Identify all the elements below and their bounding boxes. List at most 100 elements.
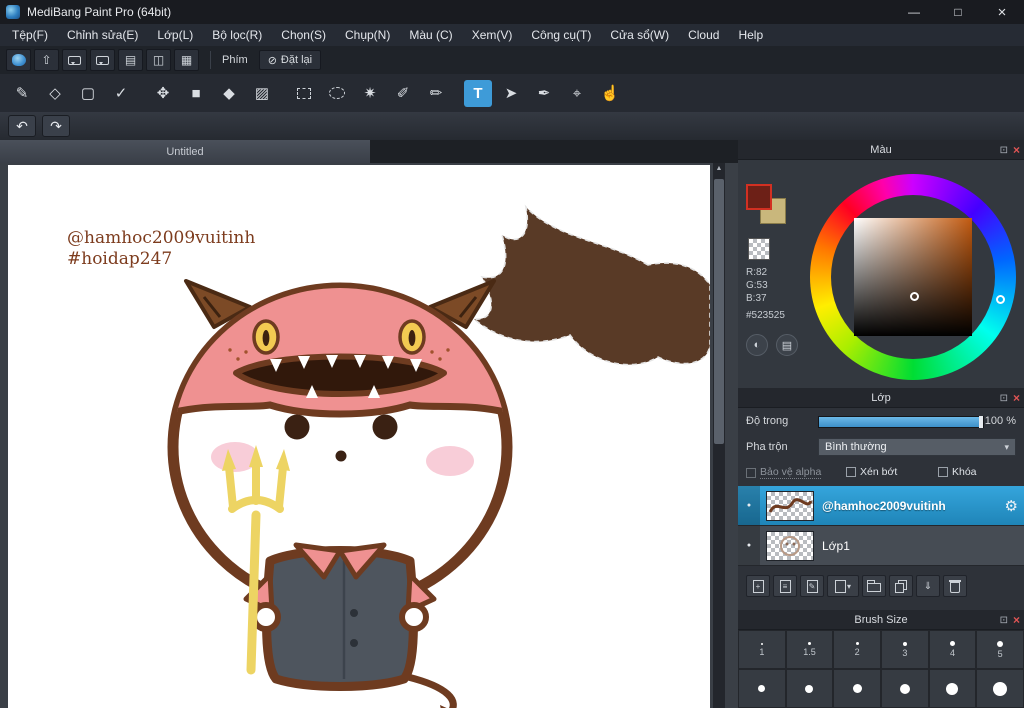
brush-size-cell[interactable] (738, 669, 786, 708)
menu-item-tools[interactable]: Công cụ(T) (531, 28, 591, 42)
popout-icon[interactable]: ⊡ (1000, 145, 1008, 156)
brush-size-cell[interactable]: 5 (976, 630, 1024, 669)
opacity-value: 100 % (984, 415, 1016, 427)
layer-visibility-toggle[interactable]: ● (738, 526, 760, 565)
chat-button[interactable] (90, 49, 115, 71)
undo-button[interactable]: ↶ (8, 115, 36, 137)
polyline-tool-icon[interactable]: ✓ (107, 80, 135, 107)
brush-size-cell[interactable] (785, 669, 834, 708)
canvas[interactable]: @hamhoc2009vuitinh #hoidap247 (8, 165, 710, 708)
fill-rect-tool-icon[interactable]: ■ (182, 80, 210, 107)
merge-layer-button[interactable]: ⇓ (916, 575, 940, 597)
popout-icon[interactable]: ⊡ (1000, 393, 1008, 404)
new-8bit-layer-button[interactable]: ≡ (773, 575, 797, 597)
brush-size-cell[interactable] (928, 669, 977, 708)
menu-item-edit[interactable]: Chỉnh sửa(E) (67, 28, 138, 42)
scrollbar-thumb[interactable] (714, 179, 724, 444)
menu-item-select[interactable]: Chọn(S) (281, 28, 326, 42)
new-stencil-layer-button[interactable]: ✎ (800, 575, 824, 597)
protect-alpha-checkbox[interactable]: Bảo vệ alpha (746, 466, 822, 479)
paint-button[interactable] (6, 49, 31, 71)
palette-button[interactable]: ◐ (746, 334, 768, 356)
menu-bar: Tệp(F) Chỉnh sửa(E) Lớp(L) Bộ lọc(R) Chọ… (0, 24, 1024, 46)
panel-close-icon[interactable]: × (1013, 391, 1020, 405)
menu-item-file[interactable]: Tệp(F) (12, 28, 48, 42)
menu-item-help[interactable]: Help (738, 28, 763, 42)
redo-button[interactable]: ↷ (42, 115, 70, 137)
brush-tool-icon[interactable]: ✎ (8, 80, 36, 107)
layer-thumbnail[interactable] (766, 531, 814, 561)
select-pen-tool-icon[interactable]: ✐ (389, 80, 417, 107)
opacity-slider[interactable] (818, 416, 984, 428)
layer-row[interactable]: ● Lớp1 (738, 526, 1024, 566)
eyedropper-tool-icon[interactable]: ⌖ (563, 80, 591, 107)
document-button[interactable]: ▤ (118, 49, 143, 71)
bucket-tool-icon[interactable]: ◆ (215, 80, 243, 107)
clipping-checkbox[interactable]: Xén bớt (846, 466, 897, 478)
menu-item-cloud[interactable]: Cloud (688, 28, 719, 42)
foreground-color-swatch[interactable] (746, 184, 772, 210)
new-folder-button[interactable] (862, 575, 886, 597)
brush-size-cell[interactable]: 2 (833, 630, 881, 669)
tab-untitled[interactable]: Untitled (0, 140, 370, 163)
add-layer-dropdown-button[interactable]: ▾ (827, 575, 859, 597)
brush-size-cell[interactable]: 1.5 (785, 630, 834, 669)
saturation-value-square[interactable] (854, 218, 972, 336)
layer-row-active[interactable]: ● @hamhoc2009vuitinh ⚙ (738, 486, 1024, 526)
grid-button[interactable]: ▦ (174, 49, 199, 71)
lasso-tool-icon[interactable] (323, 80, 351, 107)
magic-wand-tool-icon[interactable]: ✷ (356, 80, 384, 107)
red-value: R:82 (746, 267, 768, 278)
text-tool-icon[interactable]: T (464, 79, 492, 107)
brush-size-cell[interactable] (976, 669, 1024, 708)
brush-size-cell[interactable]: 3 (881, 630, 929, 669)
minimize-button[interactable]: — (892, 0, 936, 24)
panels-icon: ◫ (152, 53, 165, 67)
pen-tool-icon[interactable]: ✒ (530, 80, 558, 107)
brush-size-cell[interactable]: 1 (738, 630, 786, 669)
brush-size-cell[interactable] (881, 669, 929, 708)
blend-mode-select[interactable]: Bình thường ▾ (818, 438, 1016, 456)
canvas-vertical-scrollbar[interactable]: ▲ (713, 163, 725, 708)
select-tool-icon[interactable] (290, 80, 318, 107)
menu-item-filter[interactable]: Bộ lọc(R) (212, 28, 262, 42)
shape-tool-icon[interactable]: ▢ (74, 80, 102, 107)
panel-close-icon[interactable]: × (1013, 613, 1020, 627)
hue-marker[interactable] (996, 295, 1005, 304)
select-eraser-tool-icon[interactable]: ✏ (422, 80, 450, 107)
popout-icon[interactable]: ⊡ (1000, 615, 1008, 626)
comment-button[interactable] (62, 49, 87, 71)
reset-button[interactable]: ⊘ Đặt lại (258, 50, 322, 70)
color-wheel[interactable] (810, 174, 1016, 380)
layer-visibility-toggle[interactable]: ● (738, 486, 760, 525)
operation-tool-icon[interactable]: ➤ (497, 80, 525, 107)
new-layer-button[interactable]: + (746, 575, 770, 597)
panel-close-icon[interactable]: × (1013, 143, 1020, 157)
close-button[interactable]: × (980, 0, 1024, 24)
layer-settings-button[interactable]: ⚙ (1005, 497, 1018, 515)
lock-checkbox[interactable]: Khóa (938, 466, 977, 478)
opacity-slider-handle[interactable] (979, 416, 983, 428)
maximize-button[interactable]: □ (936, 0, 980, 24)
sv-marker[interactable] (910, 292, 919, 301)
menu-item-view[interactable]: Xem(V) (472, 28, 513, 42)
delete-layer-button[interactable] (943, 575, 967, 597)
menu-item-window[interactable]: Cửa sổ(W) (610, 28, 669, 42)
eraser-tool-icon[interactable]: ◇ (41, 80, 69, 107)
transparent-color-swatch[interactable] (748, 238, 770, 260)
brush-size-cell[interactable]: 4 (928, 630, 977, 669)
layout-button[interactable]: ◫ (146, 49, 171, 71)
swatch-set-button[interactable]: ▤ (776, 334, 798, 356)
menu-item-snap[interactable]: Chụp(N) (345, 28, 390, 42)
layer-options-row: Bảo vệ alpha Xén bớt Khóa (738, 462, 1024, 484)
hand-tool-icon[interactable]: ☝ (596, 80, 624, 107)
upload-button[interactable]: ⇧ (34, 49, 59, 71)
layer-thumbnail[interactable] (766, 491, 814, 521)
menu-item-color[interactable]: Màu (C) (409, 28, 452, 42)
brush-size-cell[interactable] (833, 669, 881, 708)
menu-item-layer[interactable]: Lớp(L) (157, 28, 193, 42)
gradient-tool-icon[interactable]: ▨ (248, 80, 276, 107)
scroll-up-icon[interactable]: ▲ (713, 165, 725, 172)
duplicate-layer-button[interactable] (889, 575, 913, 597)
move-tool-icon[interactable]: ✥ (149, 80, 177, 107)
